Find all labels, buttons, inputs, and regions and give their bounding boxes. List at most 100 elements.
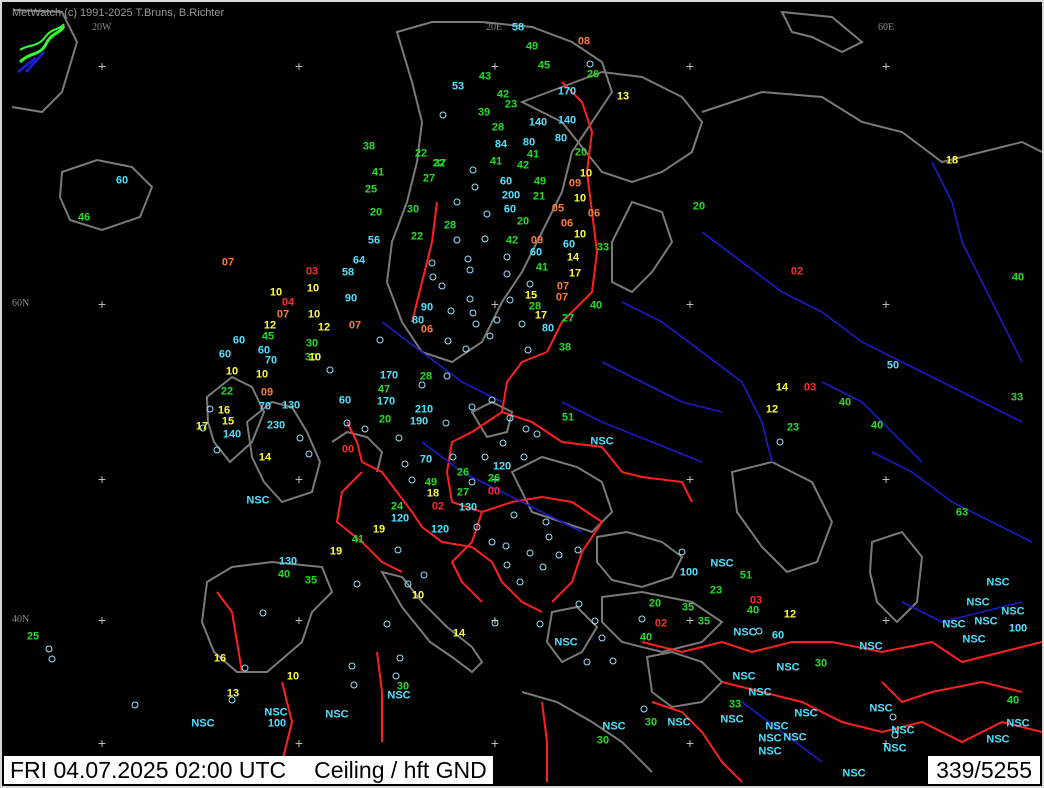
station-observation: 60 xyxy=(499,175,513,188)
station-observation: 39 xyxy=(477,106,491,119)
station-observation: 00 xyxy=(341,443,355,456)
station-observation: 13 xyxy=(616,90,630,103)
station-observation: 20 xyxy=(648,597,662,610)
station-marker-icon xyxy=(353,580,361,588)
station-observation: 10 xyxy=(573,192,587,205)
station-observation: 51 xyxy=(561,411,575,424)
station-marker-icon xyxy=(444,337,452,345)
station-observation: 03 xyxy=(803,381,817,394)
station-observation: 07 xyxy=(555,291,569,304)
station-observation: 120 xyxy=(430,523,450,536)
station-observation: 25 xyxy=(26,630,40,643)
station-observation: 06 xyxy=(420,323,434,336)
station-marker-icon xyxy=(545,533,553,541)
parameter-label: Ceiling / hft GND xyxy=(314,757,487,783)
station-observation: 30 xyxy=(596,734,610,747)
station-observation: 20 xyxy=(516,215,530,228)
station-marker-icon xyxy=(429,273,437,281)
station-observation: NSC xyxy=(758,732,782,745)
station-observation: 28 xyxy=(443,219,457,232)
graticule-cross-icon: + xyxy=(97,58,107,74)
station-marker-icon xyxy=(678,548,686,556)
station-observation: 20 xyxy=(574,146,588,159)
station-marker-icon xyxy=(473,523,481,531)
station-observation: 20 xyxy=(369,206,383,219)
station-observation: 35 xyxy=(681,601,695,614)
station-observation: 38 xyxy=(362,140,376,153)
country-borders xyxy=(216,81,1042,783)
station-observation: NSC xyxy=(842,767,866,780)
station-observation: 10 xyxy=(308,351,322,364)
station-observation: 35 xyxy=(304,574,318,587)
station-marker-icon xyxy=(506,296,514,304)
station-observation: 170 xyxy=(376,395,396,408)
station-observation: 04 xyxy=(281,296,295,309)
station-marker-icon xyxy=(45,645,53,653)
station-observation: 10 xyxy=(411,589,425,602)
station-observation: NSC xyxy=(942,618,966,631)
station-marker-icon xyxy=(408,476,416,484)
station-marker-icon xyxy=(466,266,474,274)
station-observation: 27 xyxy=(561,312,575,325)
station-observation: 47 xyxy=(377,383,391,396)
station-marker-icon xyxy=(392,672,400,680)
station-marker-icon xyxy=(502,542,510,550)
station-marker-icon xyxy=(343,419,351,427)
graticule-cross-icon: + xyxy=(490,735,500,751)
station-observation: 13 xyxy=(226,687,240,700)
station-observation: 19 xyxy=(372,523,386,536)
station-observation: NSC xyxy=(191,717,215,730)
station-observation: 70 xyxy=(258,400,272,413)
graticule-cross-icon: + xyxy=(294,612,304,628)
station-marker-icon xyxy=(503,253,511,261)
station-observation: 42 xyxy=(516,159,530,172)
station-marker-icon xyxy=(438,282,446,290)
station-marker-icon xyxy=(453,198,461,206)
station-counter: 339/5255 xyxy=(928,756,1040,784)
graticule-cross-icon: + xyxy=(97,612,107,628)
station-marker-icon xyxy=(638,615,646,623)
station-observation: 15 xyxy=(221,415,235,428)
metwatch-logo-icon xyxy=(17,23,66,74)
station-marker-icon xyxy=(486,332,494,340)
graticule-cross-icon: + xyxy=(685,471,695,487)
station-observation: 60 xyxy=(771,629,785,642)
station-marker-icon xyxy=(503,561,511,569)
station-observation: 30 xyxy=(644,716,658,729)
station-observation: 210 xyxy=(414,403,434,416)
station-observation: 80 xyxy=(522,136,536,149)
station-observation: 60 xyxy=(503,203,517,216)
station-marker-icon xyxy=(383,620,391,628)
station-observation: 22 xyxy=(414,147,428,160)
station-observation: 26 xyxy=(586,68,600,81)
station-observation: NSC xyxy=(962,633,986,646)
weather-map[interactable]: MetWatch (c) 1991-2025 T.Bruns, B.Richte… xyxy=(0,0,1044,788)
station-marker-icon xyxy=(472,320,480,328)
station-observation: 40 xyxy=(746,604,760,617)
station-observation: NSC xyxy=(732,670,756,683)
station-marker-icon xyxy=(586,60,594,68)
station-observation: 41 xyxy=(535,261,549,274)
station-observation: 37 xyxy=(433,157,447,170)
station-marker-icon xyxy=(462,345,470,353)
station-marker-icon xyxy=(466,295,474,303)
station-observation: 12 xyxy=(765,403,779,416)
grid-label-60n: 60N xyxy=(12,298,30,309)
station-marker-icon xyxy=(376,336,384,344)
station-marker-icon xyxy=(503,270,511,278)
graticule-cross-icon: + xyxy=(685,58,695,74)
station-marker-icon xyxy=(395,434,403,442)
station-marker-icon xyxy=(439,111,447,119)
station-marker-icon xyxy=(609,657,617,665)
station-observation: 10 xyxy=(269,286,283,299)
station-observation: 35 xyxy=(697,615,711,628)
station-marker-icon xyxy=(296,434,304,442)
station-marker-icon xyxy=(533,430,541,438)
station-observation: NSC xyxy=(554,636,578,649)
station-observation: 26 xyxy=(456,466,470,479)
station-marker-icon xyxy=(394,546,402,554)
station-observation: 18 xyxy=(945,154,959,167)
station-observation: 40 xyxy=(838,396,852,409)
station-observation: 23 xyxy=(786,421,800,434)
station-observation: 45 xyxy=(537,59,551,72)
